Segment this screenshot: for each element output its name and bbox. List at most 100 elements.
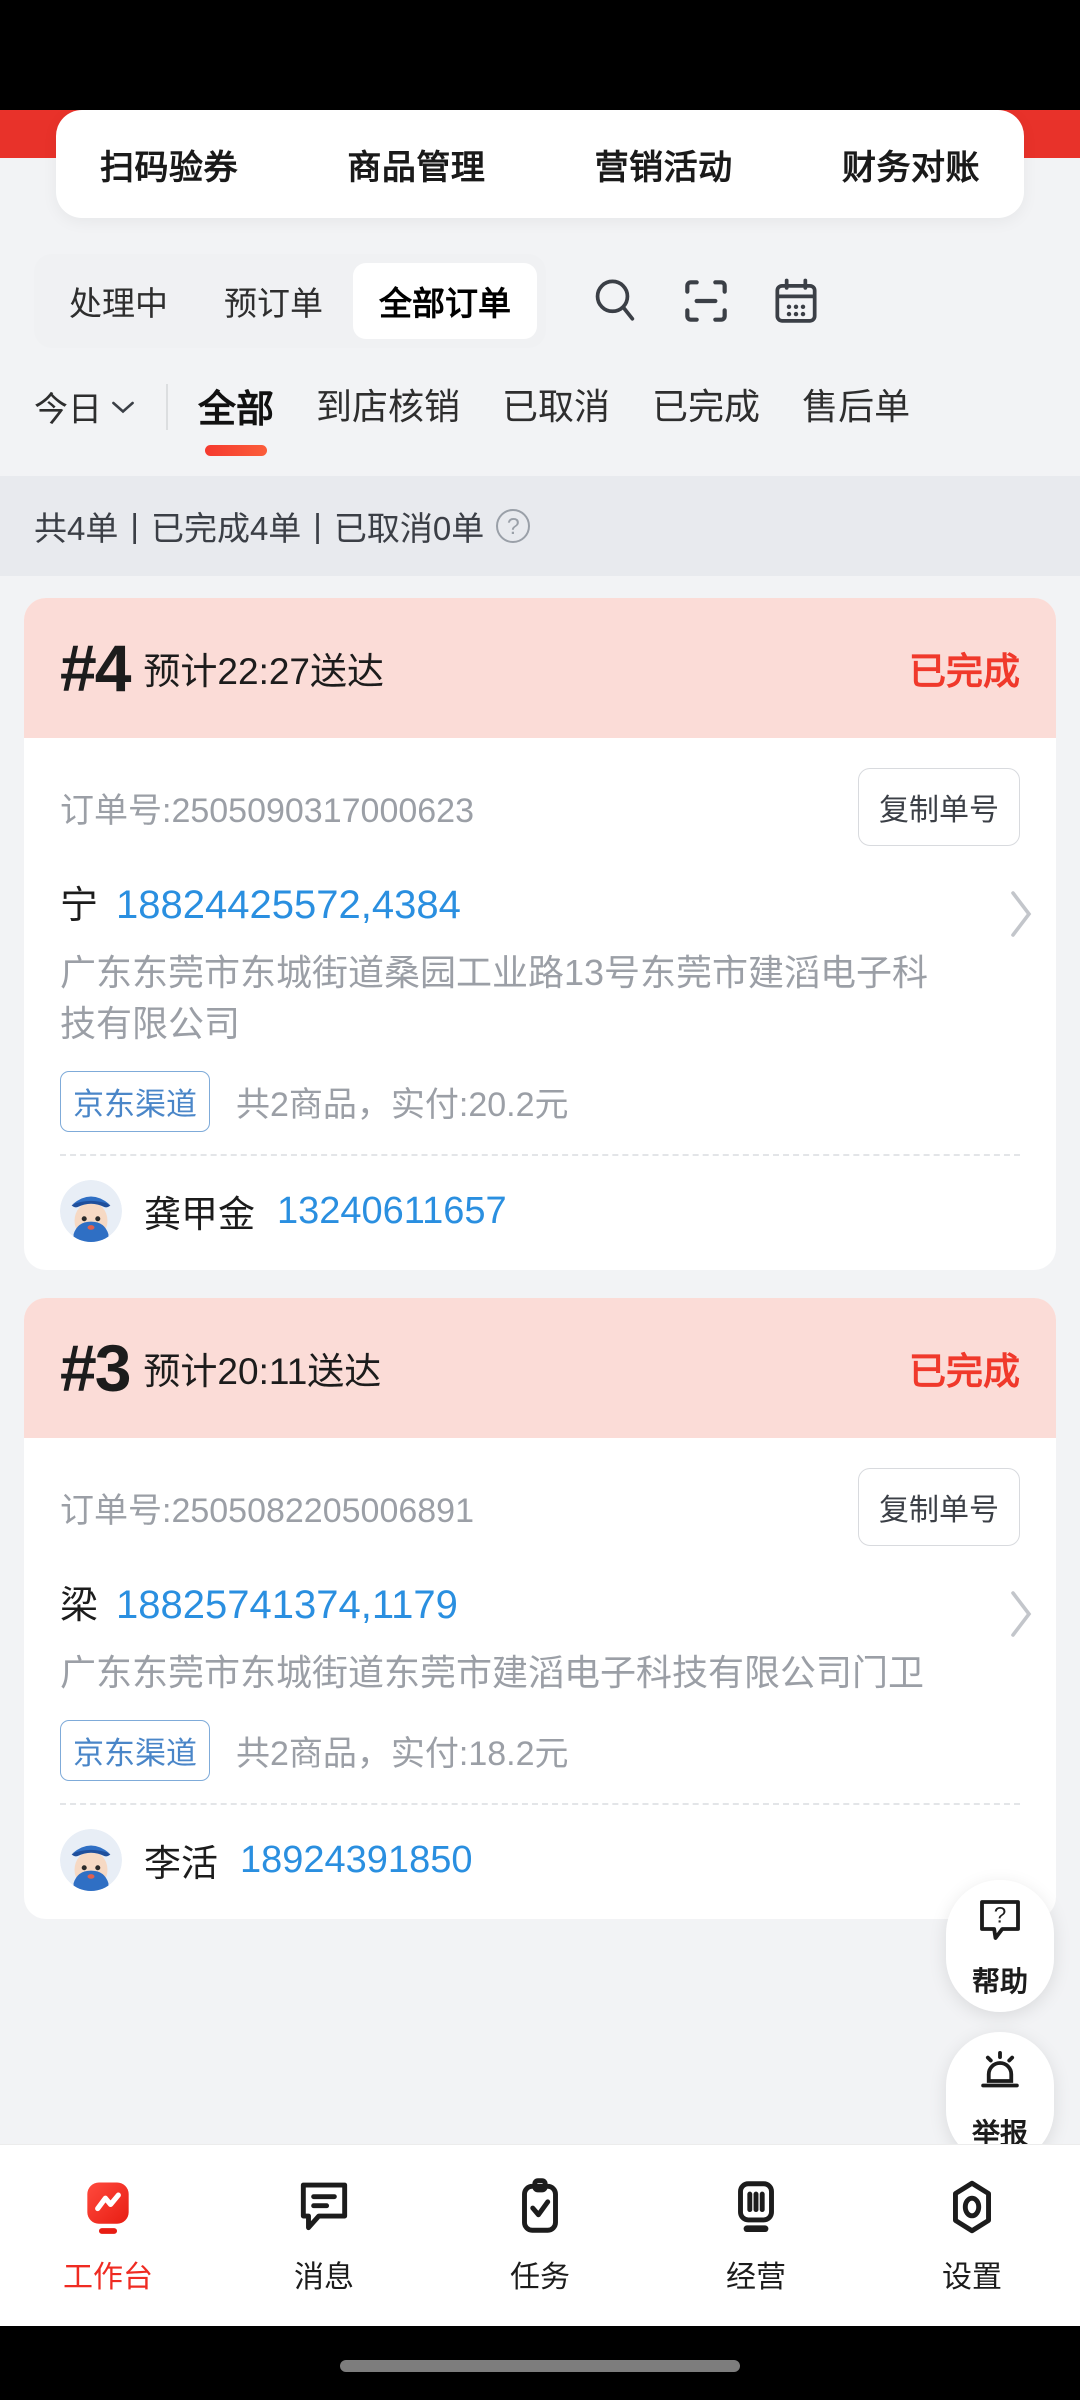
bottom-nav-label: 经营 (726, 2260, 786, 2294)
filter-tab-completed[interactable]: 已完成 (652, 378, 760, 430)
quick-action-product-management[interactable]: 商品管理 (347, 140, 485, 189)
bottom-nav-label: 任务 (510, 2260, 570, 2294)
avatar (60, 1180, 122, 1243)
order-scope-icons (588, 273, 824, 329)
summary-completed: 已完成4单 (150, 510, 302, 547)
quick-action-scan-coupon[interactable]: 扫码验券 (100, 140, 238, 189)
summary-separator: | (130, 507, 139, 544)
summary-cancelled: 已取消0单 (333, 510, 485, 547)
order-sequence-number: #3 (60, 1331, 131, 1406)
customer-phone[interactable]: 18825741374,1179 (116, 1583, 458, 1628)
summary-separator: | (313, 507, 322, 544)
date-range-label: 今日 (34, 391, 102, 429)
customer-name: 梁 (60, 1585, 99, 1628)
gesture-area (0, 2326, 1080, 2400)
filter-tab-label: 已取消 (502, 386, 611, 427)
bottom-nav-settings[interactable]: 设置 (864, 2176, 1080, 2296)
filter-tabs: 全部 到店核销 已取消 已完成 售后单 (198, 378, 910, 456)
order-number: 订单号:2505090317000623 (60, 791, 474, 830)
order-eta: 预计22:27送达 (143, 651, 385, 692)
rider-name: 龚甲金 (144, 1194, 255, 1236)
help-icon[interactable]: ? (496, 509, 531, 543)
segment-all-orders[interactable]: 全部订单 (353, 263, 537, 339)
bottom-nav-label: 设置 (942, 2260, 1002, 2294)
goods-row: 京东渠道 共2商品，实付:18.2元 (60, 1720, 1020, 1782)
filter-tab-aftersale[interactable]: 售后单 (802, 378, 910, 430)
goods-summary: 共2商品，实付:18.2元 (236, 1735, 569, 1774)
bottom-nav-workbench[interactable]: 工作台 (0, 2176, 216, 2296)
rider-name: 李活 (144, 1843, 218, 1885)
order-card[interactable]: #3 预计20:11送达 已完成 订单号:2505082205006891 复制… (24, 1298, 1056, 1920)
order-number-row: 订单号:2505082205006891 复制单号 (60, 1468, 1020, 1547)
help-floating-button-label: 帮助 (971, 1965, 1028, 1997)
filter-tab-label: 到店核销 (316, 386, 461, 427)
customer-row: 宁 18824425572,4384 (60, 874, 1020, 929)
bottom-nav-label: 工作台 (63, 2260, 153, 2294)
message-icon (293, 2176, 355, 2238)
order-number: 订单号:2505082205006891 (60, 1491, 474, 1530)
rider-phone[interactable]: 18924391850 (240, 1839, 472, 1882)
channel-tag: 京东渠道 (60, 1071, 210, 1133)
bottom-nav-messages[interactable]: 消息 (216, 2176, 432, 2296)
goods-summary: 共2商品，实付:20.2元 (236, 1086, 569, 1125)
quick-actions-section: 扫码验券 商品管理 营销活动 财务对账 (0, 110, 1080, 218)
filter-tab-store-redeem[interactable]: 到店核销 (316, 378, 460, 430)
bottom-nav-business[interactable]: 经营 (648, 2176, 864, 2296)
chevron-down-icon (110, 399, 136, 415)
filter-tabs-row: 今日 全部 到店核销 已取消 已完成 售后单 (0, 348, 1080, 458)
filter-tab-label: 全部 (198, 389, 275, 431)
floating-action-buttons: ? 帮助 举报 (946, 1880, 1054, 2164)
filter-tab-cancelled[interactable]: 已取消 (502, 378, 610, 430)
home-indicator (340, 2360, 740, 2372)
filter-tab-all[interactable]: 全部 (198, 378, 274, 456)
search-icon[interactable] (588, 273, 644, 329)
delivery-address: 广东东莞市东城街道东莞市建滔电子科技有限公司门卫 (60, 1652, 925, 1694)
order-card-header: #4 预计22:27送达 已完成 (24, 598, 1056, 738)
rider-row: 龚甲金 13240611657 (60, 1156, 1020, 1270)
filter-tab-label: 已完成 (652, 386, 761, 427)
copy-order-number-button[interactable]: 复制单号 (858, 768, 1020, 846)
quick-action-finance[interactable]: 财务对账 (842, 140, 980, 189)
status-bar (0, 0, 1080, 110)
customer-phone[interactable]: 18824425572,4384 (116, 883, 461, 928)
bottom-navigation-bar: 工作台 消息 任务 经营 设置 (0, 2144, 1080, 2326)
order-number-row: 订单号:2505090317000623 复制单号 (60, 768, 1020, 846)
order-card-header: #3 预计20:11送达 已完成 (24, 1298, 1056, 1439)
workbench-icon (77, 2176, 139, 2238)
avatar (60, 1829, 122, 1892)
segment-preorder[interactable]: 预订单 (198, 263, 349, 339)
order-scope-row: 处理中 预订单 全部订单 (0, 218, 1080, 348)
bottom-nav-tasks[interactable]: 任务 (432, 2176, 648, 2296)
delivery-address: 广东东莞市东城街道桑园工业路13号东莞市建滔电子科技有限公司 (60, 952, 929, 1045)
order-card[interactable]: #4 预计22:27送达 已完成 订单号:2505090317000623 复制… (24, 598, 1056, 1271)
order-eta: 预计20:11送达 (143, 1351, 382, 1393)
rider-phone[interactable]: 13240611657 (277, 1190, 507, 1233)
customer-row: 梁 18825741374,1179 (60, 1574, 1020, 1629)
scan-icon[interactable] (678, 273, 734, 329)
date-range-selector[interactable]: 今日 (34, 378, 136, 431)
summary-total: 共4单 (34, 510, 119, 547)
goods-row: 京东渠道 共2商品，实付:20.2元 (60, 1071, 1020, 1133)
rider-row: 李活 18924391850 (60, 1805, 1020, 1919)
question-bubble-icon: ? (973, 1893, 1027, 1952)
order-scope-segmented-control: 处理中 预订单 全部订单 (34, 254, 546, 348)
divider (166, 384, 168, 430)
business-chart-icon (725, 2176, 787, 2238)
customer-name: 宁 (60, 885, 99, 927)
copy-order-number-button[interactable]: 复制单号 (858, 1468, 1020, 1547)
order-summary-bar: 共4单 | 已完成4单 | 已取消0单 ? (0, 476, 1080, 576)
filter-tab-label: 售后单 (802, 386, 911, 427)
segment-processing[interactable]: 处理中 (43, 263, 194, 339)
svg-text:?: ? (994, 1902, 1007, 1927)
quick-actions-card: 扫码验券 商品管理 营销活动 财务对账 (56, 110, 1024, 218)
status-badge: 已完成 (909, 651, 1020, 692)
order-list: #4 预计22:27送达 已完成 订单号:2505090317000623 复制… (0, 576, 1080, 1920)
help-floating-button[interactable]: ? 帮助 (946, 1880, 1054, 2012)
calendar-icon[interactable] (768, 273, 824, 329)
order-card-body: 订单号:2505090317000623 复制单号 宁 18824425572,… (24, 738, 1056, 1270)
order-sequence-number: #4 (60, 631, 131, 705)
order-card-body: 订单号:2505082205006891 复制单号 梁 18825741374,… (24, 1438, 1056, 1919)
status-badge: 已完成 (909, 1351, 1020, 1393)
quick-action-marketing[interactable]: 营销活动 (595, 140, 733, 189)
siren-icon (973, 2045, 1027, 2104)
